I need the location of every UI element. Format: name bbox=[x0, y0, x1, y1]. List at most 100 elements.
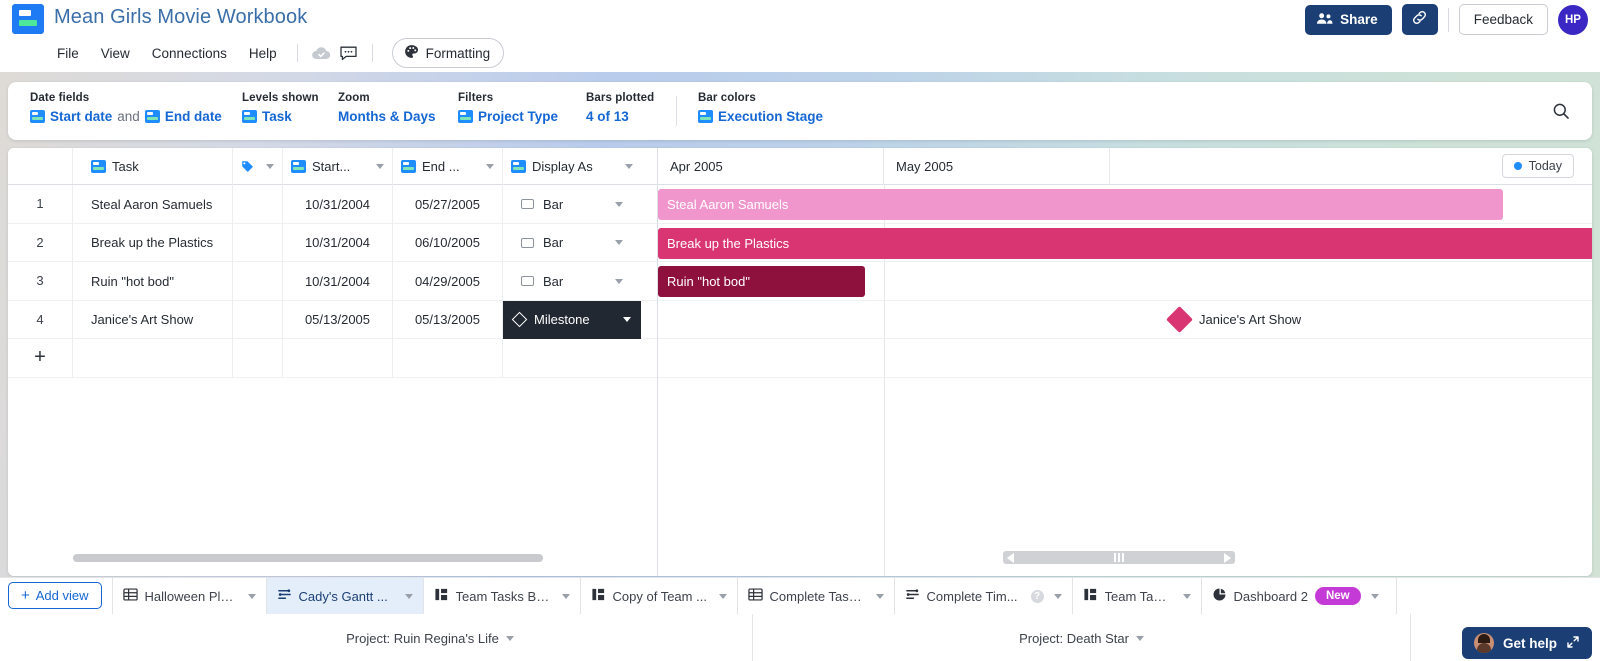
cell-end-date[interactable]: 04/29/2005 bbox=[393, 262, 503, 301]
add-row-end-cell[interactable] bbox=[393, 339, 503, 377]
chevron-down-icon[interactable] bbox=[718, 593, 727, 599]
cell-display-as[interactable]: Bar bbox=[503, 262, 641, 301]
display-as-dropdown-active[interactable]: Milestone bbox=[503, 300, 641, 339]
view-tab-cadys-gantt[interactable]: Cady's Gantt ... bbox=[266, 578, 424, 614]
feedback-button[interactable]: Feedback bbox=[1458, 4, 1548, 35]
cell-tag[interactable] bbox=[233, 300, 283, 339]
get-help-button[interactable]: Get help bbox=[1461, 627, 1592, 659]
cell-end-date[interactable]: 05/27/2005 bbox=[393, 185, 503, 224]
view-tab-halloween-plan[interactable]: Halloween Pla... bbox=[111, 578, 267, 614]
config-value-zoom[interactable]: Months & Days bbox=[338, 109, 436, 124]
display-as-dropdown[interactable]: Bar bbox=[511, 262, 633, 301]
timeline-row[interactable]: Break up the Plastics bbox=[658, 224, 1592, 262]
grid-horizontal-scrollbar[interactable] bbox=[73, 554, 543, 562]
cell-display-as[interactable]: Bar bbox=[503, 224, 641, 263]
add-row-task-cell[interactable] bbox=[73, 339, 233, 377]
column-header-display-as[interactable]: Display As bbox=[503, 148, 641, 185]
menu-item-help[interactable]: Help bbox=[238, 40, 288, 67]
view-tab-complete-tasks[interactable]: Complete Task... bbox=[738, 578, 895, 614]
add-view-button[interactable]: + Add view bbox=[8, 582, 102, 609]
cell-display-as[interactable]: Bar bbox=[503, 185, 641, 224]
timeline-row[interactable]: Ruin "hot bod" bbox=[658, 262, 1592, 301]
column-header-start-date[interactable]: Start... bbox=[283, 148, 393, 185]
config-value-filters[interactable]: Project Type bbox=[458, 109, 558, 124]
cell-start-date[interactable]: 05/13/2005 bbox=[283, 300, 393, 339]
copy-link-button[interactable] bbox=[1401, 4, 1438, 35]
plus-icon[interactable]: + bbox=[8, 339, 73, 377]
chevron-down-icon[interactable] bbox=[623, 317, 631, 323]
menu-item-connections[interactable]: Connections bbox=[141, 40, 238, 67]
table-row[interactable]: 1 Steal Aaron Samuels 10/31/2004 05/27/2… bbox=[8, 185, 657, 224]
gantt-milestone[interactable]: Janice's Art Show bbox=[1166, 305, 1301, 333]
chevron-down-icon[interactable] bbox=[625, 164, 633, 169]
chevron-down-icon[interactable] bbox=[615, 240, 623, 246]
chevron-down-icon[interactable] bbox=[247, 593, 256, 599]
chevron-down-icon[interactable] bbox=[266, 164, 274, 169]
scroll-left-arrow[interactable] bbox=[1007, 552, 1014, 563]
config-value-bar-colors[interactable]: Execution Stage bbox=[698, 109, 823, 124]
search-icon[interactable] bbox=[1548, 98, 1574, 124]
table-row[interactable]: 3 Ruin "hot bod" 10/31/2004 04/29/2005 B… bbox=[8, 262, 657, 301]
chevron-down-icon[interactable] bbox=[1370, 593, 1379, 599]
add-row-tag-cell[interactable] bbox=[233, 339, 283, 377]
view-tab-team-tasks[interactable]: Team Tasks bbox=[1073, 578, 1202, 614]
project-group-death-star[interactable]: Project: Death Star bbox=[753, 614, 1411, 661]
expand-arrow-icon[interactable] bbox=[1566, 635, 1580, 652]
cell-tag[interactable] bbox=[233, 185, 283, 224]
formatting-button[interactable]: Formatting bbox=[391, 38, 505, 68]
cell-tag[interactable] bbox=[233, 223, 283, 262]
today-button[interactable]: Today bbox=[1501, 154, 1574, 178]
timeline-row[interactable]: Steal Aaron Samuels bbox=[658, 185, 1592, 224]
chevron-down-icon[interactable] bbox=[1135, 635, 1144, 641]
timeline-row[interactable] bbox=[658, 339, 1592, 378]
chevron-down-icon[interactable] bbox=[1182, 593, 1191, 599]
scrollbar-grip[interactable] bbox=[1114, 553, 1124, 562]
display-as-dropdown[interactable]: Bar bbox=[511, 224, 633, 263]
gantt-bar[interactable]: Break up the Plastics bbox=[658, 227, 1592, 259]
cell-start-date[interactable]: 10/31/2004 bbox=[283, 185, 393, 224]
cell-task[interactable]: Janice's Art Show bbox=[73, 300, 233, 339]
table-row[interactable]: 2 Break up the Plastics 10/31/2004 06/10… bbox=[8, 223, 657, 263]
chevron-down-icon[interactable] bbox=[376, 164, 384, 169]
share-button[interactable]: Share bbox=[1305, 4, 1392, 35]
chevron-down-icon[interactable] bbox=[404, 593, 413, 599]
chevron-down-icon[interactable] bbox=[561, 593, 570, 599]
smartsheet-logo-icon[interactable] bbox=[12, 4, 44, 34]
help-circle-icon[interactable]: ? bbox=[1030, 589, 1044, 603]
display-as-dropdown[interactable]: Bar bbox=[511, 185, 633, 224]
scroll-right-arrow[interactable] bbox=[1224, 552, 1231, 563]
column-header-tag[interactable] bbox=[233, 148, 283, 185]
gantt-bar[interactable]: Ruin "hot bod" bbox=[658, 266, 865, 297]
chevron-down-icon[interactable] bbox=[615, 201, 623, 207]
view-tab-copy-of-team[interactable]: Copy of Team ... bbox=[581, 578, 738, 614]
timeline-body[interactable]: Steal Aaron Samuels Break up the Plastic… bbox=[658, 185, 1592, 576]
view-tab-team-tasks-board[interactable]: Team Tasks Bo... bbox=[424, 578, 581, 614]
menu-item-view[interactable]: View bbox=[90, 40, 141, 67]
gantt-bar[interactable]: Steal Aaron Samuels bbox=[658, 189, 1503, 220]
config-value-start-date[interactable]: Start date and End date bbox=[30, 109, 222, 124]
table-row[interactable]: 4 Janice's Art Show 05/13/2005 05/13/200… bbox=[8, 300, 657, 339]
chevron-down-icon[interactable] bbox=[486, 164, 494, 169]
chevron-down-icon[interactable] bbox=[615, 278, 623, 284]
cell-end-date[interactable]: 05/13/2005 bbox=[393, 300, 503, 339]
page-title[interactable]: Mean Girls Movie Workbook bbox=[54, 6, 307, 29]
add-row-start-cell[interactable] bbox=[283, 339, 393, 377]
add-row[interactable]: + bbox=[8, 339, 657, 378]
chevron-down-icon[interactable] bbox=[505, 635, 514, 641]
cell-task[interactable]: Break up the Plastics bbox=[73, 223, 233, 262]
view-tab-complete-timeline[interactable]: Complete Tim... ? bbox=[895, 578, 1073, 614]
column-header-task[interactable]: Task bbox=[73, 148, 233, 185]
cell-tag[interactable] bbox=[233, 262, 283, 301]
avatar[interactable]: HP bbox=[1558, 4, 1588, 35]
cell-task[interactable]: Ruin "hot bod" bbox=[73, 262, 233, 301]
config-value-levels[interactable]: Task bbox=[242, 109, 319, 124]
menu-item-file[interactable]: File bbox=[46, 40, 90, 67]
cell-end-date[interactable]: 06/10/2005 bbox=[393, 223, 503, 262]
cloud-check-icon[interactable] bbox=[307, 40, 335, 66]
chevron-down-icon[interactable] bbox=[1053, 593, 1062, 599]
timeline-row[interactable]: Janice's Art Show bbox=[658, 301, 1592, 339]
chevron-down-icon[interactable] bbox=[875, 593, 884, 599]
column-header-end-date[interactable]: End ... bbox=[393, 148, 503, 185]
timeline-horizontal-scrollbar[interactable] bbox=[1003, 551, 1235, 564]
cell-task[interactable]: Steal Aaron Samuels bbox=[73, 185, 233, 224]
